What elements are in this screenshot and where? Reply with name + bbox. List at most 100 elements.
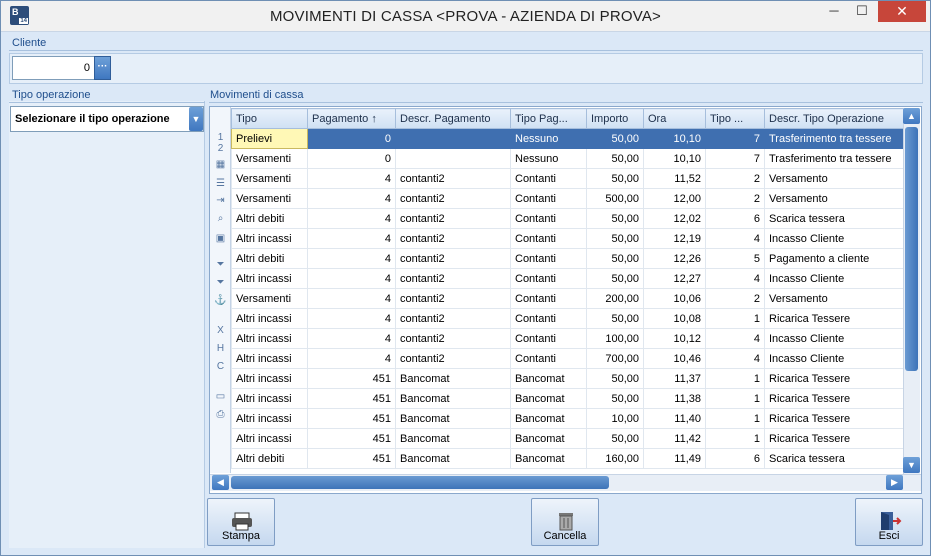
cell-tipo[interactable]: Altri incassi [231,268,308,289]
cell-pagamento[interactable]: 4 [307,348,396,369]
cell-pagamento[interactable]: 4 [307,288,396,309]
cell-importo[interactable]: 50,00 [586,368,644,389]
cell-descr-pagamento[interactable]: contanti2 [395,328,511,349]
table-row[interactable]: Prelievi 0 Nessuno 50,00 10,10 7 Trasferimento… [231,128,904,149]
cell-tipo[interactable]: Altri incassi [231,348,308,369]
cell-ora[interactable]: 11,49 [643,448,706,469]
cell-tipo-operazione[interactable]: 6 [705,448,765,469]
cell-tipo[interactable]: Altri incassi [231,428,308,449]
column-header-tipo-pagamento[interactable]: Tipo Pag... [510,108,587,129]
cell-tipo[interactable]: Altri incassi [231,228,308,249]
table-row[interactable]: Altri debiti 4 contanti2 Contanti 50,00 12,26… [231,248,904,269]
table-row[interactable]: Altri incassi 4 contanti2 Contanti 100,00 10,… [231,328,904,349]
cell-descr-tipo-operazione[interactable]: Scarica tessera [764,208,904,229]
cell-importo[interactable]: 50,00 [586,128,644,149]
cell-descr-pagamento[interactable]: contanti2 [395,208,511,229]
cell-ora[interactable]: 10,06 [643,288,706,309]
cell-pagamento[interactable]: 451 [307,388,396,409]
export-excel-icon[interactable]: X [214,325,227,337]
esci-button[interactable]: Esci [855,498,923,546]
cell-tipo-operazione[interactable]: 1 [705,388,765,409]
scroll-down-icon[interactable]: ▼ [903,457,920,473]
scroll-right-icon[interactable]: ▶ [886,475,903,490]
cell-pagamento[interactable]: 4 [307,228,396,249]
export-csv-icon[interactable]: C [214,361,227,373]
scroll-left-icon[interactable]: ◀ [212,475,229,490]
cell-importo[interactable]: 50,00 [586,168,644,189]
cell-pagamento[interactable]: 4 [307,208,396,229]
cell-tipo-pagamento[interactable]: Bancomat [510,368,587,389]
cell-importo[interactable]: 200,00 [586,288,644,309]
export-html-icon[interactable]: H [214,343,227,355]
cell-importo[interactable]: 50,00 [586,228,644,249]
cell-pagamento[interactable]: 451 [307,448,396,469]
cell-ora[interactable]: 11,42 [643,428,706,449]
cell-pagamento[interactable]: 4 [307,328,396,349]
cell-tipo-operazione[interactable]: 4 [705,348,765,369]
cell-tipo-pagamento[interactable]: Nessuno [510,148,587,169]
cell-tipo-pagamento[interactable]: Bancomat [510,428,587,449]
cell-descr-pagamento[interactable]: contanti2 [395,308,511,329]
cell-pagamento[interactable]: 4 [307,168,396,189]
cell-tipo-pagamento[interactable]: Bancomat [510,448,587,469]
cell-tipo-operazione[interactable]: 1 [705,368,765,389]
cell-descr-tipo-operazione[interactable]: Incasso Cliente [764,228,904,249]
cell-tipo-pagamento[interactable]: Nessuno [510,128,587,149]
cell-tipo-pagamento[interactable]: Contanti [510,248,587,269]
cell-descr-pagamento[interactable]: contanti2 [395,188,511,209]
close-button[interactable]: ✕ [878,1,926,22]
cell-tipo[interactable]: Altri debiti [231,448,308,469]
cell-importo[interactable]: 50,00 [586,388,644,409]
list-icon[interactable]: ☰ [214,178,227,190]
cell-ora[interactable]: 10,46 [643,348,706,369]
cell-tipo-operazione[interactable]: 2 [705,288,765,309]
filter-clear-icon[interactable]: ⏷ [214,277,227,289]
chevron-down-icon[interactable]: ▼ [189,107,203,131]
cell-tipo-operazione[interactable]: 4 [705,268,765,289]
table-row[interactable]: Versamenti 4 contanti2 Contanti 200,00 10,06 2… [231,288,904,309]
cell-tipo[interactable]: Prelievi [231,128,308,149]
cell-descr-pagamento[interactable]: contanti2 [395,268,511,289]
table-row[interactable]: Altri incassi 4 contanti2 Contanti 700,00 10,… [231,348,904,369]
cell-descr-pagamento[interactable]: contanti2 [395,248,511,269]
table-row[interactable]: Versamenti 0 Nessuno 50,00 10,10 7 Trasferimen… [231,148,904,169]
stampa-button[interactable]: Stampa [207,498,275,546]
anchor-icon[interactable]: ⚓ [214,295,227,307]
cell-importo[interactable]: 50,00 [586,268,644,289]
cell-tipo-operazione[interactable]: 4 [705,328,765,349]
cell-tipo-pagamento[interactable]: Contanti [510,168,587,189]
card-icon[interactable]: ▣ [214,233,227,245]
cell-ora[interactable]: 12,02 [643,208,706,229]
cell-ora[interactable]: 12,00 [643,188,706,209]
cell-tipo-operazione[interactable]: 1 [705,308,765,329]
cell-tipo[interactable]: Versamenti [231,188,308,209]
column-header-ora[interactable]: Ora [643,108,706,129]
cell-tipo[interactable]: Altri debiti [231,208,308,229]
column-header-descr-tipo-operazione[interactable]: Descr. Tipo Operazione [764,108,904,129]
cell-tipo-operazione[interactable]: 2 [705,168,765,189]
cell-tipo[interactable]: Altri incassi [231,328,308,349]
table-row[interactable]: Altri incassi 451 Bancomat Bancomat 50,00 11,… [231,368,904,389]
cell-tipo[interactable]: Altri debiti [231,248,308,269]
cell-tipo[interactable]: Altri incassi [231,368,308,389]
table-row[interactable]: Altri incassi 4 contanti2 Contanti 50,00 12,1… [231,228,904,249]
table-row[interactable]: Altri incassi 451 Bancomat Bancomat 10,00 11,… [231,408,904,429]
import-icon[interactable]: ⇥ [214,195,227,207]
cell-tipo[interactable]: Altri incassi [231,388,308,409]
cell-pagamento[interactable]: 0 [307,148,396,169]
cell-descr-pagamento[interactable]: Bancomat [395,368,511,389]
cell-importo[interactable]: 50,00 [586,428,644,449]
cell-descr-tipo-operazione[interactable]: Scarica tessera [764,448,904,469]
cell-tipo-pagamento[interactable]: Contanti [510,288,587,309]
cell-descr-pagamento[interactable]: contanti2 [395,168,511,189]
cell-tipo-operazione[interactable]: 1 [705,408,765,429]
cell-descr-tipo-operazione[interactable]: Ricarica Tessere [764,428,904,449]
table-row[interactable]: Versamenti 4 contanti2 Contanti 50,00 11,52 2 V… [231,168,904,189]
cell-tipo-operazione[interactable]: 7 [705,148,765,169]
cell-tipo-pagamento[interactable]: Contanti [510,188,587,209]
cell-pagamento[interactable]: 451 [307,408,396,429]
cell-importo[interactable]: 50,00 [586,208,644,229]
cell-pagamento[interactable]: 4 [307,268,396,289]
cell-tipo-pagamento[interactable]: Contanti [510,228,587,249]
scroll-up-icon[interactable]: ▲ [903,108,920,124]
